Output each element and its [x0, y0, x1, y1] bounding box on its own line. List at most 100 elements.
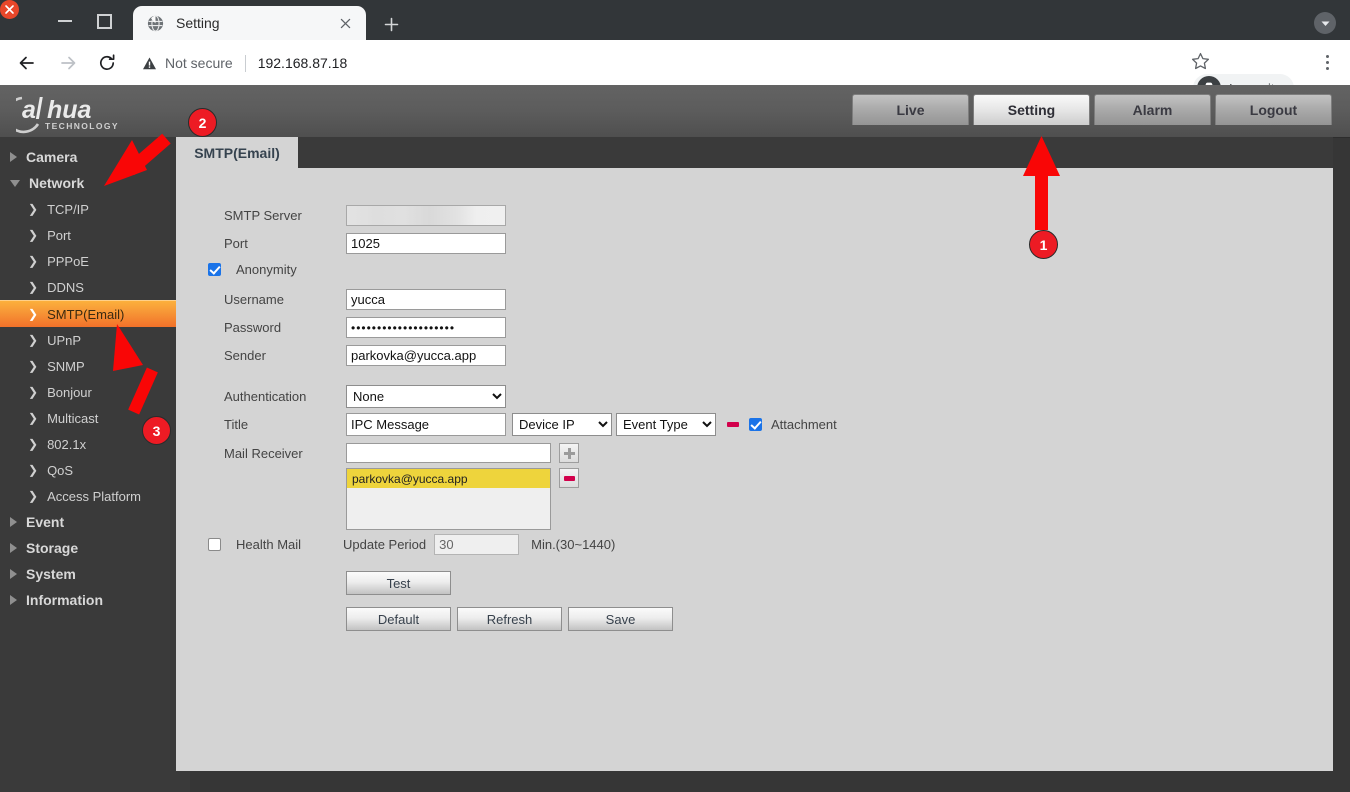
- title-event-type-select[interactable]: Event Type: [616, 413, 716, 436]
- window-minimize-button[interactable]: [58, 20, 72, 22]
- username-input[interactable]: [346, 289, 506, 310]
- mail-receiver-input[interactable]: [346, 443, 551, 463]
- chevron-right-icon: ❯: [28, 463, 39, 477]
- sidebar-item-tcpip[interactable]: ❯ TCP/IP: [0, 196, 176, 222]
- window-close-button[interactable]: [0, 0, 19, 19]
- authentication-select[interactable]: None: [346, 385, 506, 408]
- update-period-hint: Min.(30~1440): [531, 537, 616, 552]
- title-label: Title: [224, 417, 249, 432]
- annotation-badge-1: 1: [1029, 230, 1058, 259]
- back-icon[interactable]: [14, 50, 40, 76]
- title-input[interactable]: [346, 413, 506, 436]
- anonymity-label: Anonymity: [236, 262, 297, 277]
- test-button[interactable]: Test: [346, 571, 451, 595]
- password-input[interactable]: ••••••••••••••••••••: [346, 317, 506, 338]
- plus-icon: [563, 451, 575, 455]
- content-panel: SMTP(Email) SMTP Server Port Anonymity: [176, 137, 1333, 771]
- sidebar-group-network[interactable]: Network: [0, 170, 190, 196]
- list-item[interactable]: parkovka@yucca.app: [347, 469, 550, 488]
- authentication-label: Authentication: [224, 389, 307, 404]
- sidebar-item-label: SMTP(Email): [47, 306, 125, 322]
- attachment-checkbox[interactable]: [749, 418, 762, 431]
- sender-label: Sender: [224, 348, 266, 363]
- forward-icon: [55, 50, 81, 76]
- chevron-right-icon: ❯: [28, 280, 39, 294]
- health-mail-checkbox[interactable]: [208, 538, 221, 551]
- security-status-label: Not secure: [165, 55, 233, 71]
- smtp-server-label: SMTP Server: [224, 208, 302, 223]
- svg-text:TECHNOLOGY: TECHNOLOGY: [45, 121, 119, 131]
- sidebar-item-qos[interactable]: ❯ QoS: [0, 457, 176, 483]
- sidebar-group-storage[interactable]: Storage: [0, 535, 190, 561]
- sidebar-item-smtp-email[interactable]: ❯ SMTP(Email): [0, 300, 176, 327]
- sidebar-item-label: Port: [47, 227, 71, 243]
- anonymity-checkbox[interactable]: [208, 263, 221, 276]
- sidebar-group-information[interactable]: Information: [0, 587, 190, 613]
- tab-smtp-email[interactable]: SMTP(Email): [176, 137, 298, 168]
- remove-mail-receiver-button[interactable]: [559, 468, 579, 488]
- sidebar-item-label: QoS: [47, 462, 74, 478]
- bookmark-star-icon[interactable]: [1191, 52, 1213, 74]
- chevron-right-icon: ❯: [28, 333, 39, 347]
- sidebar-item-label: Access Platform: [47, 488, 141, 504]
- sidebar-item-pppoe[interactable]: ❯ PPPoE: [0, 248, 176, 274]
- chevron-right-icon: [10, 543, 17, 553]
- sidebar-item-port[interactable]: ❯ Port: [0, 222, 176, 248]
- minus-icon[interactable]: [727, 422, 739, 427]
- update-period-input[interactable]: [434, 534, 520, 555]
- sidebar-item-label: SNMP: [47, 358, 85, 374]
- username-label: Username: [224, 292, 284, 307]
- nav-tab-live[interactable]: Live: [852, 94, 969, 125]
- browser-tab-title: Setting: [176, 15, 220, 31]
- nav-tab-alarm[interactable]: Alarm: [1094, 94, 1211, 125]
- sidebar-group-system[interactable]: System: [0, 561, 190, 587]
- chevron-right-icon: [10, 517, 17, 527]
- default-button[interactable]: Default: [346, 607, 451, 631]
- sidebar-group-label: Event: [26, 514, 65, 530]
- mail-receiver-list[interactable]: parkovka@yucca.app: [346, 468, 551, 530]
- add-mail-receiver-button[interactable]: [559, 443, 579, 463]
- device-web-page: a hua TECHNOLOGY Live Setting Alarm Logo…: [0, 85, 1350, 792]
- sidebar-item-label: Bonjour: [47, 384, 92, 400]
- chevron-right-icon: [10, 569, 17, 579]
- chevron-right-icon: ❯: [28, 411, 39, 425]
- nav-tab-logout[interactable]: Logout: [1215, 94, 1332, 125]
- sidebar-item-upnp[interactable]: ❯ UPnP: [0, 327, 176, 353]
- update-period-label: Update Period: [343, 537, 427, 552]
- chevron-right-icon: ❯: [28, 359, 39, 373]
- sidebar-group-camera[interactable]: Camera: [0, 144, 190, 170]
- chevron-right-icon: ❯: [28, 254, 39, 268]
- sidebar: Camera Network ❯ TCP/IP ❯ Port ❯ PPPoE ❯…: [0, 137, 190, 792]
- title-device-ip-select[interactable]: Device IP: [512, 413, 612, 436]
- sidebar-group-label: Camera: [26, 149, 78, 165]
- window-maximize-button[interactable]: [97, 14, 112, 29]
- port-input[interactable]: [346, 233, 506, 254]
- sender-input[interactable]: [346, 345, 506, 366]
- browser-menu-icon[interactable]: [1316, 52, 1338, 74]
- reload-icon[interactable]: [94, 50, 120, 76]
- chevron-right-icon: ❯: [28, 437, 39, 451]
- nav-tab-setting[interactable]: Setting: [973, 94, 1090, 125]
- top-nav-tabs: Live Setting Alarm Logout: [852, 94, 1332, 125]
- mail-receiver-label: Mail Receiver: [224, 445, 303, 461]
- close-icon[interactable]: [334, 12, 356, 34]
- address-bar[interactable]: Not secure 192.168.87.18: [130, 48, 1182, 78]
- sidebar-group-label: Information: [26, 592, 103, 608]
- sidebar-group-label: Storage: [26, 540, 79, 556]
- sidebar-item-label: 802.1x: [47, 436, 87, 452]
- browser-tab-setting[interactable]: Setting: [133, 6, 366, 40]
- sidebar-item-snmp[interactable]: ❯ SNMP: [0, 353, 176, 379]
- sidebar-item-access-platform[interactable]: ❯ Access Platform: [0, 483, 176, 509]
- save-button[interactable]: Save: [568, 607, 673, 631]
- password-value: ••••••••••••••••••••: [351, 320, 456, 335]
- health-mail-label: Health Mail: [236, 537, 302, 552]
- sidebar-group-event[interactable]: Event: [0, 509, 190, 535]
- tabstrip-menu-icon[interactable]: [1314, 12, 1336, 34]
- sidebar-item-bonjour[interactable]: ❯ Bonjour: [0, 379, 176, 405]
- new-tab-button[interactable]: [377, 10, 405, 38]
- attachment-label: Attachment: [771, 417, 837, 432]
- smtp-server-input[interactable]: [346, 205, 506, 226]
- smtp-settings-form: SMTP Server Port Anonymity Username: [176, 168, 1333, 771]
- refresh-button[interactable]: Refresh: [457, 607, 562, 631]
- sidebar-item-ddns[interactable]: ❯ DDNS: [0, 274, 176, 300]
